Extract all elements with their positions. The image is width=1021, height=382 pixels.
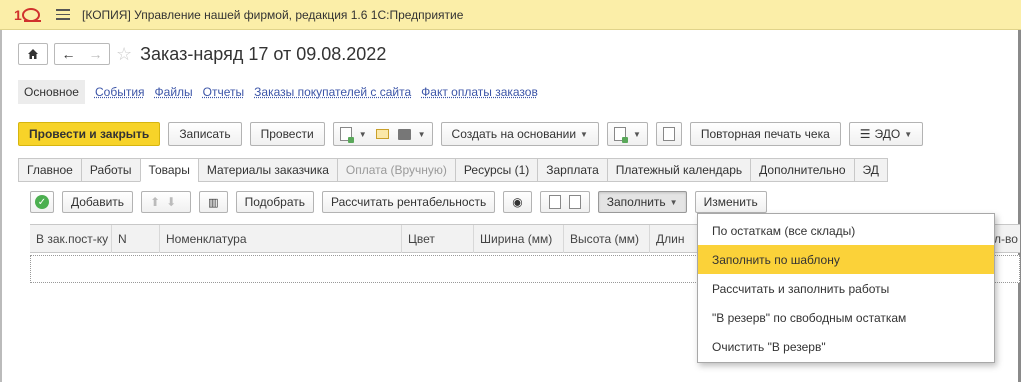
chevron-down-icon: ▼ (904, 129, 913, 139)
document-title: Заказ-наряд 17 от 09.08.2022 (140, 43, 387, 64)
arrow-right-icon: → (88, 46, 103, 62)
column-header[interactable]: N (112, 225, 160, 253)
home-icon (28, 49, 38, 59)
copy-paste-buttons[interactable] (539, 191, 590, 213)
document-structure-button[interactable]: ▼ (606, 122, 648, 146)
link-events[interactable]: События (95, 85, 145, 99)
tab-ed[interactable]: ЭД (853, 158, 888, 182)
related-documents-button[interactable]: ▼ ▼ (332, 122, 433, 146)
column-header[interactable]: Ширина (мм) (474, 225, 564, 253)
paste-icon (568, 195, 581, 209)
add-button[interactable]: Добавить (62, 191, 134, 213)
link-site-orders[interactable]: Заказы покупателей с сайта (254, 85, 411, 99)
tab-additional[interactable]: Дополнительно (750, 158, 854, 182)
goods-toolbar: ✓ Добавить ⬆⬇ ▥ Подобрать Рассчитать рен… (30, 190, 775, 214)
copy-icon (548, 195, 561, 209)
menu-item-by-stock[interactable]: По остаткам (все склады) (698, 216, 994, 245)
clipboard-icon (662, 127, 675, 141)
home-button[interactable] (18, 43, 48, 65)
create-based-on-label: Создать на основании (451, 127, 577, 141)
chevron-down-icon: ▼ (632, 129, 641, 139)
print-icon (397, 128, 411, 140)
fill-button[interactable]: Заполнить ▼ (597, 191, 687, 213)
left-border (0, 30, 2, 382)
link-files[interactable]: Файлы (155, 85, 193, 99)
move-up-down-icon: ⬆⬇ (150, 195, 183, 209)
barcode-icon: ▥ (208, 196, 219, 209)
mail-icon (375, 129, 389, 139)
menu-item-calc-fill-works[interactable]: Рассчитать и заполнить работы (698, 274, 994, 303)
fill-dropdown-menu: По остаткам (все склады) Заполнить по ша… (697, 213, 995, 363)
column-header[interactable]: В зак.пост-ку (30, 225, 112, 253)
link-main[interactable]: Основное (18, 80, 85, 104)
forward-button[interactable]: → (82, 46, 109, 62)
link-payment-fact[interactable]: Факт оплаты заказов (421, 85, 538, 99)
main-menu-icon[interactable] (56, 9, 70, 20)
edo-button[interactable]: ☰ ЭДО ▼ (848, 122, 924, 146)
tab-customer-materials[interactable]: Материалы заказчика (197, 158, 337, 182)
document-icon (339, 127, 354, 143)
chevron-down-icon: ▼ (580, 129, 588, 139)
post-button[interactable]: Провести (249, 122, 325, 146)
svg-text:1: 1 (14, 7, 22, 23)
barcode-button[interactable]: ▥ (199, 191, 228, 213)
document-toolbar: Провести и закрыть Записать Провести ▼ ▼… (18, 121, 931, 147)
menu-item-clear-reserve[interactable]: Очистить "В резерв" (698, 332, 994, 361)
back-button[interactable]: ← (55, 46, 82, 62)
tab-main[interactable]: Главное (18, 158, 81, 182)
change-button[interactable]: Изменить (694, 191, 767, 213)
menu-item-reserve-free-stock[interactable]: "В резерв" по свободным остаткам (698, 303, 994, 332)
reprint-receipt-button[interactable]: Повторная печать чека (689, 122, 841, 146)
tab-salary[interactable]: Зарплата (537, 158, 607, 182)
chevron-down-icon: ▼ (417, 129, 426, 139)
menu-item-fill-by-template[interactable]: Заполнить по шаблону (698, 245, 994, 274)
chevron-down-icon: ▼ (358, 129, 367, 139)
column-header[interactable]: Номенклатура (160, 225, 402, 253)
chevron-down-icon: ▼ (669, 197, 678, 207)
arrow-left-icon: ← (61, 46, 76, 62)
star-icon[interactable]: ☆ (116, 43, 132, 65)
tab-works[interactable]: Работы (80, 158, 140, 182)
eye-icon: ◉ (512, 195, 523, 209)
post-and-close-button[interactable]: Провести и закрыть (18, 122, 161, 146)
tab-payment-manual[interactable]: Оплата (Вручную) (336, 158, 455, 182)
calc-profitability-button[interactable]: Рассчитать рентабельность (321, 191, 496, 213)
column-header[interactable]: Цвет (402, 225, 474, 253)
view-button[interactable]: ◉ (503, 191, 532, 213)
title-bar: 1 [КОПИЯ] Управление нашей фирмой, редак… (0, 0, 1021, 30)
section-links: Основное События Файлы Отчеты Заказы пок… (18, 80, 538, 104)
move-buttons[interactable]: ⬆⬇ (141, 191, 192, 213)
document-icon (613, 127, 628, 143)
tab-goods[interactable]: Товары (139, 158, 198, 182)
check-button[interactable]: ✓ (30, 191, 54, 213)
create-based-on-button[interactable]: Создать на основании ▼ (440, 122, 599, 146)
link-reports[interactable]: Отчеты (203, 85, 244, 99)
pick-button[interactable]: Подобрать (235, 191, 314, 213)
tab-payment-calendar[interactable]: Платежный календарь (606, 158, 751, 182)
history-buttons: ← → (54, 43, 110, 65)
edo-label: ЭДО (874, 127, 901, 141)
edo-icon: ☰ (859, 127, 871, 141)
1c-logo-icon: 1 (14, 6, 42, 24)
column-header[interactable]: Высота (мм) (564, 225, 650, 253)
navigation-bar: ← → ☆ Заказ-наряд 17 от 09.08.2022 (18, 42, 386, 66)
save-button[interactable]: Записать (168, 122, 242, 146)
fill-button-label: Заполнить (606, 195, 666, 209)
tab-resources[interactable]: Ресурсы (1) (454, 158, 538, 182)
check-icon: ✓ (35, 195, 49, 209)
attach-button[interactable] (655, 122, 682, 146)
window-title: [КОПИЯ] Управление нашей фирмой, редакци… (82, 7, 464, 22)
document-tabs: Главное Работы Товары Материалы заказчик… (18, 158, 888, 182)
